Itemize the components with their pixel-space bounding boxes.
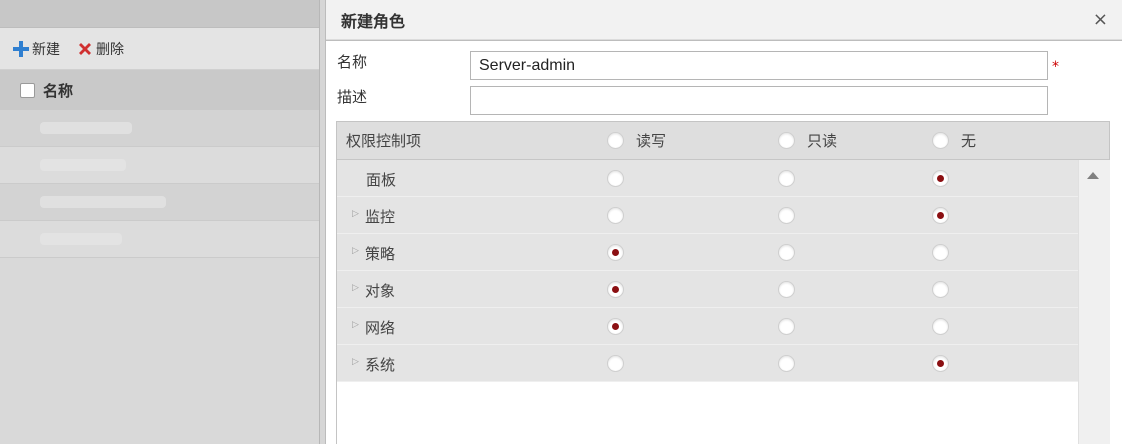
permission-row: ▷ 策略 [337,234,1078,271]
header-option-label: 无 [961,132,977,150]
blurred-text [40,196,166,208]
permission-row: 面板 [337,160,1078,197]
radio-none[interactable] [932,170,949,187]
list-header-name: 名称 [43,81,74,100]
toolbar: 新建 删除 [0,28,319,70]
permission-label: 监控 [365,208,396,226]
permission-label: 面板 [366,171,397,189]
blurred-text [40,233,122,245]
header-option-readonly[interactable]: 只读 [778,130,837,151]
permissions-table: 权限控制项 读写 只读 无 面板 ▷ 监控 ▷ 策略 ▷ 对象 ▷ 网络 ▷ 系统 [336,121,1110,444]
header-option-none[interactable]: 无 [932,130,976,151]
new-role-dialog: 新建角色 × 名称 * 描述 权限控制项 读写 只读 [325,0,1122,444]
desc-label: 描述 [337,88,368,106]
permission-row: ▷ 监控 [337,197,1078,234]
radio-readonly[interactable] [778,207,795,224]
delete-icon [79,42,91,55]
desc-row: 描述 [326,77,1122,115]
close-button[interactable]: × [1093,10,1108,29]
name-input[interactable] [470,51,1048,80]
name-label: 名称 [337,53,368,71]
permission-label: 策略 [365,245,396,263]
radio-readwrite[interactable] [607,318,624,335]
permission-row: ▷ 系统 [337,345,1078,382]
header-option-label: 只读 [807,132,838,150]
panel-titlebar [0,0,319,28]
role-list-panel: 新建 删除 名称 [0,0,320,444]
permission-row: ▷ 对象 [337,271,1078,308]
expand-arrow-icon[interactable]: ▷ [352,320,359,330]
name-row: 名称 * [326,41,1122,80]
radio-none[interactable] [932,281,949,298]
permission-label: 系统 [365,356,396,374]
new-button[interactable]: 新建 [12,39,60,59]
delete-button[interactable]: 删除 [76,39,124,59]
header-radio-readwrite[interactable] [607,132,624,149]
required-mark: * [1052,59,1059,75]
expand-arrow-icon[interactable]: ▷ [352,283,359,293]
expand-arrow-icon[interactable]: ▷ [352,209,359,219]
permission-label: 网络 [365,319,396,337]
radio-none[interactable] [932,244,949,261]
dialog-title: 新建角色 [341,11,406,31]
blurred-text [40,122,132,134]
dialog-body: 名称 * 描述 权限控制项 读写 只读 无 [326,40,1122,444]
list-header: 名称 [0,70,319,110]
radio-none[interactable] [932,318,949,335]
desc-input[interactable] [470,86,1048,115]
radio-none[interactable] [932,355,949,372]
radio-readwrite[interactable] [607,244,624,261]
header-option-label: 读写 [636,132,667,150]
blurred-text [40,159,126,171]
scrollbar[interactable] [1078,160,1110,444]
role-list [0,110,319,258]
expand-arrow-icon[interactable]: ▷ [352,357,359,367]
radio-readonly[interactable] [778,244,795,261]
radio-readwrite[interactable] [607,170,624,187]
radio-readonly[interactable] [778,318,795,335]
list-item[interactable] [0,221,319,258]
select-all-checkbox[interactable] [20,82,35,98]
radio-readonly[interactable] [778,170,795,187]
dialog-header: 新建角色 × [326,0,1122,40]
permission-label: 对象 [365,282,396,300]
scroll-up-arrow-icon[interactable] [1087,172,1099,179]
radio-readonly[interactable] [778,281,795,298]
permissions-header-label: 权限控制项 [346,132,422,150]
header-option-readwrite[interactable]: 读写 [607,130,666,151]
radio-none[interactable] [932,207,949,224]
list-item[interactable] [0,147,319,184]
radio-readwrite[interactable] [607,355,624,372]
expand-arrow-icon[interactable]: ▷ [352,246,359,256]
list-item[interactable] [0,110,319,147]
header-radio-none[interactable] [932,132,949,149]
delete-button-label: 删除 [96,41,124,58]
radio-readwrite[interactable] [607,207,624,224]
radio-readonly[interactable] [778,355,795,372]
add-icon [13,40,29,57]
new-button-label: 新建 [32,41,60,58]
radio-readwrite[interactable] [607,281,624,298]
header-radio-readonly[interactable] [778,132,795,149]
list-item[interactable] [0,184,319,221]
permission-row: ▷ 网络 [337,308,1078,345]
permissions-list: 面板 ▷ 监控 ▷ 策略 ▷ 对象 ▷ 网络 ▷ 系统 [337,160,1078,382]
permissions-header: 权限控制项 读写 只读 无 [337,122,1109,160]
